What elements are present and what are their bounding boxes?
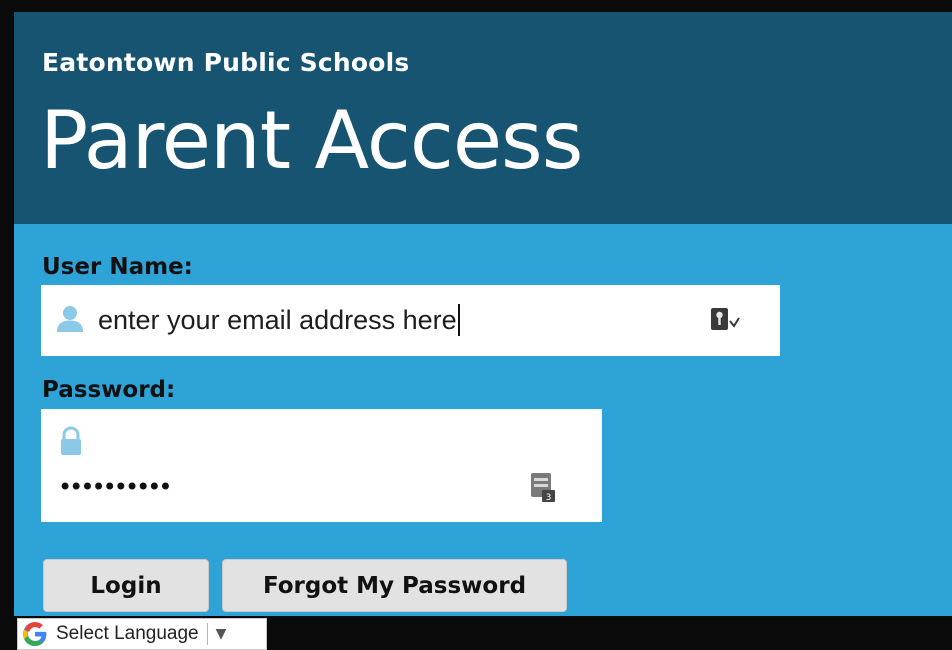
user-icon <box>57 306 83 332</box>
login-panel: User Name: enter your email address here… <box>14 224 952 616</box>
header-banner: Eatontown Public Schools Parent Access <box>14 12 952 224</box>
page-title: Parent Access <box>40 94 583 187</box>
language-selector[interactable]: Select Language ▼ <box>17 618 267 650</box>
dropdown-arrow-icon[interactable]: ▼ <box>216 626 227 642</box>
school-name: Eatontown Public Schools <box>42 48 410 77</box>
svg-text:3: 3 <box>546 493 552 503</box>
page-frame: Eatontown Public Schools Parent Access U… <box>0 0 952 650</box>
key-icon[interactable] <box>709 305 741 333</box>
login-button[interactable]: Login <box>43 559 209 612</box>
username-label: User Name: <box>42 254 193 280</box>
password-label: Password: <box>42 377 176 403</box>
google-icon <box>23 622 47 646</box>
password-field[interactable]: •••••••••• 3 <box>41 409 602 522</box>
username-field[interactable]: enter your email address here <box>41 285 780 356</box>
lock-icon <box>61 426 81 455</box>
separator <box>206 623 208 645</box>
username-input-value[interactable]: enter your email address here <box>98 304 460 336</box>
password-input-value[interactable]: •••••••••• <box>58 475 173 499</box>
forgot-password-button[interactable]: Forgot My Password <box>222 559 567 612</box>
password-manager-icon[interactable]: 3 <box>529 471 557 503</box>
language-selector-label[interactable]: Select Language <box>56 623 199 645</box>
